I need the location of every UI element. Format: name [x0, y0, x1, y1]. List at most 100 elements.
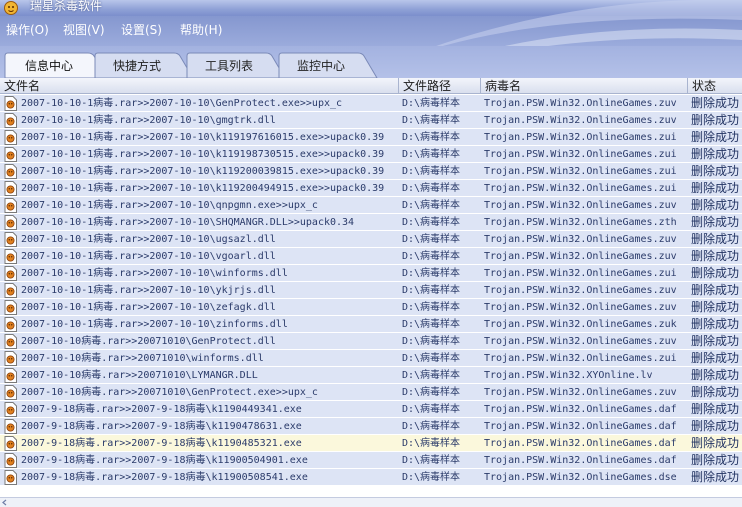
infected-file-icon — [4, 198, 17, 213]
title-bar: 瑞星杀毒软件 — [0, 0, 742, 16]
column-header-path[interactable]: 文件路径 — [399, 78, 481, 94]
cell-status: 删除成功 — [691, 453, 740, 467]
table-row[interactable]: 2007-9-18病毒.rar>>2007-9-18病毒\k1190449341… — [0, 401, 742, 418]
table-row[interactable]: 2007-10-10-1病毒.rar>>2007-10-10\winforms.… — [0, 265, 742, 282]
cell-filename: 2007-10-10-1病毒.rar>>2007-10-10\GenProtec… — [21, 98, 343, 109]
column-header-filename[interactable]: 文件名 — [0, 78, 399, 94]
tab-label: 信息中心 — [24, 59, 73, 73]
table-row[interactable]: 2007-9-18病毒.rar>>2007-9-18病毒\k1190478631… — [0, 418, 742, 435]
cell-virus-name: Trojan.PSW.Win32.OnlineGames.zui — [484, 149, 677, 160]
cell-filename: 2007-9-18病毒.rar>>2007-9-18病毒\k1190449341… — [21, 404, 302, 415]
cell-filename: 2007-10-10-1病毒.rar>>2007-10-10\gmgtrk.dl… — [21, 115, 276, 126]
menu-settings[interactable]: 设置(S) — [121, 22, 162, 38]
infected-file-icon — [4, 300, 17, 315]
table-row[interactable]: 2007-10-10-1病毒.rar>>2007-10-10\vgoarl.dl… — [0, 248, 742, 265]
cell-status: 删除成功 — [691, 334, 740, 348]
cell-status: 删除成功 — [691, 368, 740, 382]
table-row[interactable]: 2007-9-18病毒.rar>>2007-9-18病毒\k1190485321… — [0, 435, 742, 452]
cell-status: 删除成功 — [691, 215, 740, 229]
table-row[interactable]: 2007-10-10-1病毒.rar>>2007-10-10\ugsazl.dl… — [0, 231, 742, 248]
table-row[interactable]: 2007-10-10-1病毒.rar>>2007-10-10\k11920003… — [0, 163, 742, 180]
cell-status: 删除成功 — [691, 266, 740, 280]
cell-path: D:\病毒样本 — [402, 183, 461, 194]
scroll-left-arrow-icon[interactable] — [0, 498, 10, 507]
cell-virus-name: Trojan.PSW.Win32.OnlineGames.zuv — [484, 234, 677, 245]
cell-path: D:\病毒样本 — [402, 421, 461, 432]
horizontal-scrollbar[interactable] — [0, 497, 742, 507]
menu-view[interactable]: 视图(V) — [63, 22, 105, 38]
cell-path: D:\病毒样本 — [402, 234, 461, 245]
cell-status: 删除成功 — [691, 249, 740, 263]
cell-path: D:\病毒样本 — [402, 404, 461, 415]
table-row[interactable]: 2007-10-10病毒.rar>>20071010\GenProtect.dl… — [0, 333, 742, 350]
cell-status: 删除成功 — [691, 283, 740, 297]
tab-tool-list[interactable]: 工具列表 — [186, 52, 286, 78]
infected-file-icon — [4, 334, 17, 349]
rising-lion-icon[interactable] — [4, 1, 18, 15]
table-row[interactable]: 2007-10-10-1病毒.rar>>2007-10-10\ykjrjs.dl… — [0, 282, 742, 299]
infected-file-icon — [4, 436, 17, 451]
table-row[interactable]: 2007-10-10-1病毒.rar>>2007-10-10\GenProtec… — [0, 95, 742, 112]
cell-filename: 2007-10-10-1病毒.rar>>2007-10-10\zefagk.dl… — [21, 302, 276, 313]
cell-virus-name: Trojan.PSW.Win32.OnlineGames.zuv — [484, 251, 677, 262]
cell-filename: 2007-10-10-1病毒.rar>>2007-10-10\k11920049… — [21, 183, 385, 194]
cell-virus-name: Trojan.PSW.Win32.OnlineGames.zuv — [484, 98, 677, 109]
cell-status: 删除成功 — [691, 436, 740, 450]
cell-filename: 2007-9-18病毒.rar>>2007-9-18病毒\k1190485321… — [21, 438, 302, 449]
cell-virus-name: Trojan.PSW.Win32.OnlineGames.zuv — [484, 200, 677, 211]
tab-info-center[interactable]: 信息中心 — [4, 52, 108, 78]
menu-help[interactable]: 帮助(H) — [180, 22, 222, 38]
table-row[interactable]: 2007-10-10-1病毒.rar>>2007-10-10\zinforms.… — [0, 316, 742, 333]
table-row[interactable]: 2007-10-10病毒.rar>>20071010\LYMANGR.DLL D:… — [0, 367, 742, 384]
cell-path: D:\病毒样本 — [402, 285, 461, 296]
cell-virus-name: Trojan.PSW.Win32.OnlineGames.zui — [484, 183, 677, 194]
cell-status: 删除成功 — [691, 198, 740, 212]
cell-status: 删除成功 — [691, 402, 740, 416]
cell-status: 删除成功 — [691, 300, 740, 314]
cell-path: D:\病毒样本 — [402, 319, 461, 330]
cell-path: D:\病毒样本 — [402, 200, 461, 211]
cell-virus-name: Trojan.PSW.Win32.OnlineGames.zui — [484, 353, 677, 364]
cell-path: D:\病毒样本 — [402, 98, 461, 109]
cell-status: 删除成功 — [691, 317, 740, 331]
table-row[interactable]: 2007-10-10-1病毒.rar>>2007-10-10\gmgtrk.dl… — [0, 112, 742, 129]
table-row[interactable]: 2007-10-10-1病毒.rar>>2007-10-10\zefagk.dl… — [0, 299, 742, 316]
cell-virus-name: Trojan.PSW.Win32.OnlineGames.daf — [484, 455, 677, 466]
cell-path: D:\病毒样本 — [402, 115, 461, 126]
cell-filename: 2007-9-18病毒.rar>>2007-9-18病毒\k1190050854… — [21, 472, 308, 483]
cell-virus-name: Trojan.PSW.Win32.XYOnline.lv — [484, 370, 653, 381]
infected-file-icon — [4, 351, 17, 366]
cell-path: D:\病毒样本 — [402, 132, 461, 143]
table-row[interactable]: 2007-10-10病毒.rar>>20071010\winforms.dll D… — [0, 350, 742, 367]
table-row[interactable]: 2007-10-10-1病毒.rar>>2007-10-10\k11919761… — [0, 129, 742, 146]
table-row[interactable]: 2007-10-10-1病毒.rar>>2007-10-10\k11920049… — [0, 180, 742, 197]
infected-file-icon — [4, 96, 17, 111]
table-row[interactable]: 2007-10-10病毒.rar>>20071010\GenProtect.ex… — [0, 384, 742, 401]
table-row[interactable]: 2007-9-18病毒.rar>>2007-9-18病毒\k1190050854… — [0, 469, 742, 486]
menu-operate[interactable]: 操作(O) — [6, 22, 49, 38]
tab-label: 快捷方式 — [112, 59, 161, 73]
cell-virus-name: Trojan.PSW.Win32.OnlineGames.daf — [484, 421, 677, 432]
table-row[interactable]: 2007-10-10-1病毒.rar>>2007-10-10\k11919873… — [0, 146, 742, 163]
cell-virus-name: Trojan.PSW.Win32.OnlineGames.zuv — [484, 387, 677, 398]
cell-virus-name: Trojan.PSW.Win32.OnlineGames.zui — [484, 268, 677, 279]
table-row[interactable]: 2007-10-10-1病毒.rar>>2007-10-10\qnpgmn.ex… — [0, 197, 742, 214]
cell-status: 删除成功 — [691, 113, 740, 127]
cell-filename: 2007-10-10-1病毒.rar>>2007-10-10\k11919873… — [21, 149, 385, 160]
table-row[interactable]: 2007-10-10-1病毒.rar>>2007-10-10\SHQMANGR.… — [0, 214, 742, 231]
tab-shortcuts[interactable]: 快捷方式 — [94, 52, 194, 78]
infected-file-icon — [4, 419, 17, 434]
cell-status: 删除成功 — [691, 419, 740, 433]
table-row[interactable]: 2007-9-18病毒.rar>>2007-9-18病毒\k1190050490… — [0, 452, 742, 469]
cell-virus-name: Trojan.PSW.Win32.OnlineGames.zuv — [484, 115, 677, 126]
cell-path: D:\病毒样本 — [402, 268, 461, 279]
tab-monitor-center[interactable]: 监控中心 — [278, 52, 378, 78]
cell-filename: 2007-10-10病毒.rar>>20071010\GenProtect.dl… — [21, 336, 276, 347]
cell-virus-name: Trojan.PSW.Win32.OnlineGames.dse — [484, 472, 677, 483]
cell-virus-name: Trojan.PSW.Win32.OnlineGames.zth — [484, 217, 677, 228]
column-header-status[interactable]: 状态 — [688, 78, 742, 94]
cell-filename: 2007-10-10-1病毒.rar>>2007-10-10\ykjrjs.dl… — [21, 285, 276, 296]
column-header-virus[interactable]: 病毒名 — [481, 78, 688, 94]
cell-path: D:\病毒样本 — [402, 387, 461, 398]
cell-virus-name: Trojan.PSW.Win32.OnlineGames.zuv — [484, 285, 677, 296]
